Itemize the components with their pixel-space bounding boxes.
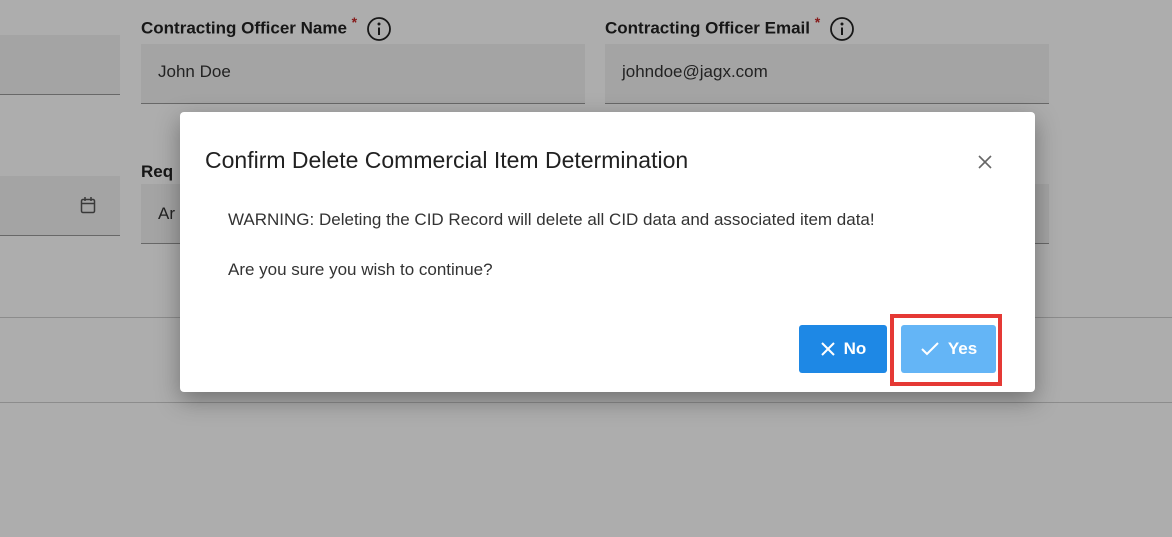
yes-button-highlight bbox=[890, 314, 1002, 386]
no-button[interactable]: No bbox=[799, 325, 887, 373]
confirm-message: Are you sure you wish to continue? bbox=[228, 260, 493, 279]
close-button[interactable] bbox=[971, 148, 999, 176]
dialog-title: Confirm Delete Commercial Item Determina… bbox=[205, 147, 689, 173]
no-button-label: No bbox=[843, 339, 867, 358]
confirm-delete-dialog: Confirm Delete Commercial Item Determina… bbox=[180, 112, 1035, 392]
x-icon bbox=[820, 342, 835, 356]
close-icon[interactable] bbox=[971, 148, 999, 176]
warning-message: WARNING: Deleting the CID Record will de… bbox=[228, 210, 875, 229]
